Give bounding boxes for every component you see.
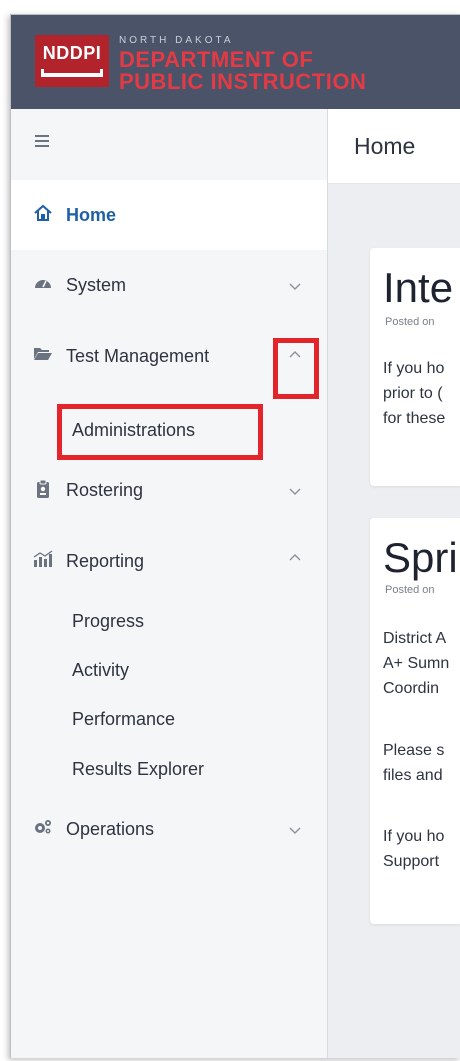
chevron-down-icon[interactable]	[287, 278, 303, 294]
page-topbar: Home	[328, 109, 460, 184]
sidebar-item-label: Home	[66, 205, 117, 225]
card-title: Inte	[383, 264, 454, 311]
sidebar-item-home[interactable]: Home	[11, 180, 327, 250]
chevron-down-icon[interactable]	[287, 483, 303, 499]
card-text-line: for these	[383, 410, 446, 427]
logo-dept-text: DEPARTMENT OF	[119, 47, 314, 72]
hamburger-menu-icon[interactable]	[35, 135, 49, 147]
app-header: NDDPI NORTH DAKOTA DEPARTMENT OF PUBLIC …	[11, 15, 460, 109]
sidebar-item-label: Operations	[66, 819, 155, 839]
gears-icon	[33, 818, 53, 838]
sidebar-item-operations[interactable]: Operations	[11, 794, 327, 864]
card-text-line: prior to (	[383, 385, 443, 402]
card-text-line: Coordin	[383, 680, 440, 697]
chevron-down-icon[interactable]	[287, 822, 303, 838]
sidebar: Home System Test Management Administrati…	[11, 109, 328, 1058]
sidebar-item-label: Rostering	[66, 480, 144, 500]
app-window: NDDPI NORTH DAKOTA DEPARTMENT OF PUBLIC …	[10, 14, 460, 1058]
nddpi-logo[interactable]: NDDPI	[35, 35, 109, 87]
logo-instruction-text: PUBLIC INSTRUCTION	[119, 69, 367, 94]
announcement-card: Inte Posted on If you ho prior to ( for …	[370, 248, 460, 486]
sidebar-subitem-progress[interactable]: Progress	[72, 610, 144, 632]
folder-open-icon	[33, 345, 53, 365]
sidebar-item-label: Reporting	[66, 551, 145, 571]
card-title: Spri	[383, 534, 458, 581]
card-text-line: District A	[383, 630, 447, 647]
sidebar-item-rostering[interactable]: Rostering	[11, 455, 327, 525]
sidebar-item-reporting[interactable]: Reporting	[11, 526, 327, 596]
sidebar-subitem-activity[interactable]: Activity	[72, 659, 129, 681]
card-text-line: A+ Sumn	[383, 655, 450, 672]
sidebar-item-label: Test Management	[66, 346, 210, 366]
highlight-box-chevron	[273, 338, 319, 399]
page-title: Home	[354, 133, 416, 159]
gauge-icon	[33, 274, 53, 294]
chevron-up-icon[interactable]	[287, 550, 303, 566]
card-text-line: If you ho	[383, 828, 445, 845]
card-posted-date: Posted on	[385, 316, 435, 328]
logo-abbreviation: NDDPI	[42, 43, 102, 63]
highlight-box-administrations	[57, 404, 263, 460]
sidebar-subitem-results-explorer[interactable]: Results Explorer	[72, 758, 204, 780]
card-text-line: If you ho	[383, 360, 445, 377]
home-icon	[33, 204, 53, 224]
book-icon	[41, 69, 103, 77]
announcement-card: Spri Posted on District A A+ Sumn Coordi…	[370, 518, 460, 924]
card-text-line: Support	[383, 853, 440, 870]
logo-state-text: NORTH DAKOTA	[119, 35, 234, 46]
card-posted-date: Posted on	[385, 584, 435, 596]
card-text-line: Please s	[383, 742, 445, 759]
bar-chart-icon	[33, 550, 53, 570]
sidebar-subitem-performance[interactable]: Performance	[72, 708, 175, 730]
card-text-line: files and	[383, 767, 443, 784]
sidebar-item-system[interactable]: System	[11, 250, 327, 320]
sidebar-item-label: System	[66, 275, 127, 295]
id-badge-icon	[33, 479, 53, 499]
